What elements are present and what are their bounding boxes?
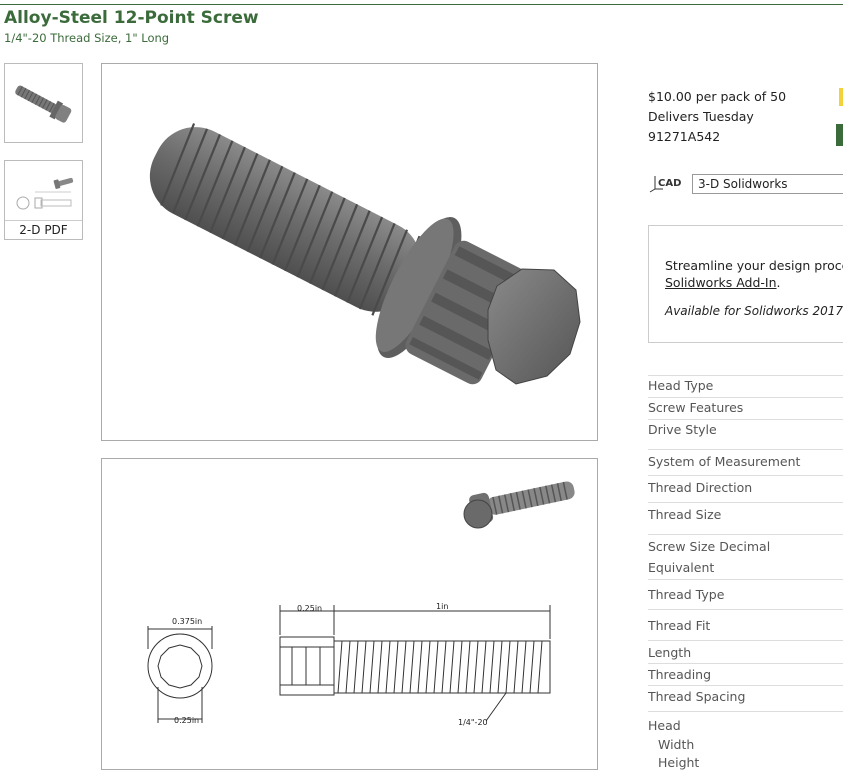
thumbnail-2d-pdf[interactable]: 2-D PDF <box>4 160 83 240</box>
spec-screw-size-decimal: Screw Size Decimal <box>648 539 771 554</box>
thumbnail-3d-view[interactable] <box>4 63 83 143</box>
promo-text: Streamline your design process Solidwork… <box>665 257 843 291</box>
spec-divider <box>648 419 843 420</box>
solidworks-addin-link[interactable]: Solidworks Add-In <box>665 275 777 290</box>
dim-head-height: 0.25in <box>297 604 322 613</box>
spec-thread-fit: Thread Fit <box>648 618 711 633</box>
spec-system-of-measurement: System of Measurement <box>648 454 801 469</box>
screw-thumbnail-image <box>15 85 72 123</box>
spec-threading: Threading <box>648 667 712 682</box>
spec-divider <box>648 640 843 641</box>
spec-divider <box>648 449 843 450</box>
spec-divider <box>648 502 843 503</box>
solidworks-promo: Streamline your design process Solidwork… <box>648 225 843 343</box>
spec-divider <box>648 609 843 610</box>
product-3d-image <box>101 63 598 441</box>
spec-divider <box>648 685 843 686</box>
spec-divider <box>648 375 843 376</box>
spec-screw-features: Screw Features <box>648 400 744 415</box>
promo-link-suffix: . <box>776 275 781 290</box>
spec-length: Length <box>648 645 692 660</box>
page-subtitle: 1/4"-20 Thread Size, 1" Long <box>4 31 170 45</box>
spec-thread-size: Thread Size <box>648 507 722 522</box>
dim-head-diameter: 0.375in <box>172 617 202 626</box>
screw-3d-render <box>149 123 581 385</box>
delivery-estimate: Delivers Tuesday <box>648 109 754 124</box>
dim-length: 1in <box>436 602 448 611</box>
spec-divider <box>648 397 843 398</box>
price: $10.00 per pack of 50 <box>648 89 787 104</box>
dimension-drawing: 0.375in 0.25in 0.25in 1in 1/4"-20 <box>147 481 575 727</box>
promo-headline: Streamline your design process <box>665 258 843 273</box>
pdf-thumbnail-image <box>16 177 74 210</box>
drawing-end-view <box>147 626 213 723</box>
spec-divider <box>648 711 843 712</box>
spec-thread-spacing: Thread Spacing <box>648 689 746 704</box>
thread-callout: 1/4"-20 <box>458 718 488 727</box>
add-to-order-button-edge[interactable] <box>836 124 843 146</box>
spec-head-width: Width <box>658 737 695 752</box>
cad-icon: CAD <box>649 176 681 193</box>
spec-divider <box>648 475 843 476</box>
spec-divider <box>648 663 843 664</box>
spec-drive-style: Drive Style <box>648 422 717 437</box>
part-number: 91271A542 <box>648 129 721 144</box>
quantity-field-edge[interactable] <box>839 88 843 106</box>
spec-divider <box>648 534 843 535</box>
spec-thread-type: Thread Type <box>648 587 725 602</box>
product-2d-drawing: 0.375in 0.25in 0.25in 1in 1/4"-20 <box>101 458 598 770</box>
page-title: Alloy-Steel 12-Point Screw <box>4 8 259 28</box>
thumbnail-label: 2-D PDF <box>5 220 82 239</box>
dim-drive-size: 0.25in <box>174 716 199 725</box>
spec-head-type: Head Type <box>648 378 714 393</box>
header-rule <box>0 4 843 5</box>
spec-head: Head <box>648 718 681 733</box>
purchase-info: $10.00 per pack of 50 Delivers Tuesday 9… <box>648 87 786 147</box>
spec-thread-direction: Thread Direction <box>648 480 753 495</box>
svg-text:CAD: CAD <box>658 178 681 189</box>
spec-screw-size-decimal-2: Equivalent <box>648 560 715 575</box>
cad-format-select[interactable]: 3-D Solidworks <box>692 174 843 194</box>
spec-divider <box>648 579 843 580</box>
drawing-side-view <box>279 605 551 722</box>
promo-availability: Available for Solidworks 2017 or later <box>665 304 843 318</box>
